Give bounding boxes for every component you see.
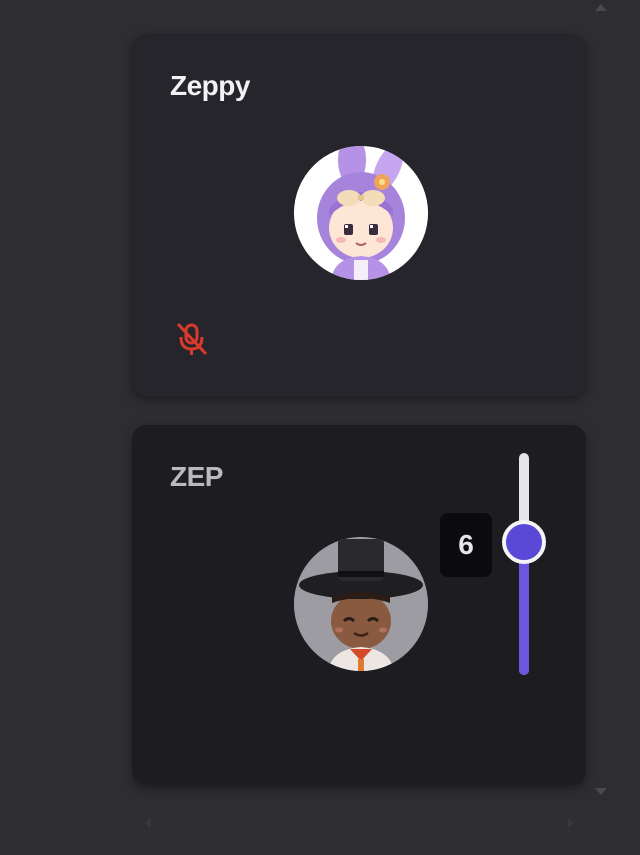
participant-list[interactable]: Zeppy ZEP 6 <box>0 0 640 855</box>
scroll-right-arrow-icon[interactable] <box>568 818 574 828</box>
scroll-down-arrow-icon[interactable] <box>595 788 607 795</box>
volume-value-badge: 6 <box>440 513 492 577</box>
volume-slider-thumb[interactable] <box>502 519 546 564</box>
gat-hat-character-avatar-icon <box>294 537 428 671</box>
participant-card-zep: ZEP 6 <box>132 425 586 785</box>
participant-name: Zeppy <box>170 70 250 101</box>
volume-slider-track[interactable] <box>519 453 529 675</box>
scroll-left-arrow-icon[interactable] <box>145 818 151 828</box>
participant-name: ZEP <box>170 461 223 492</box>
microphone-off-icon[interactable] <box>174 320 210 358</box>
participant-card-zeppy: Zeppy <box>132 34 586 396</box>
bunny-hood-character-avatar-icon <box>294 146 428 280</box>
scroll-up-arrow-icon[interactable] <box>595 4 607 11</box>
